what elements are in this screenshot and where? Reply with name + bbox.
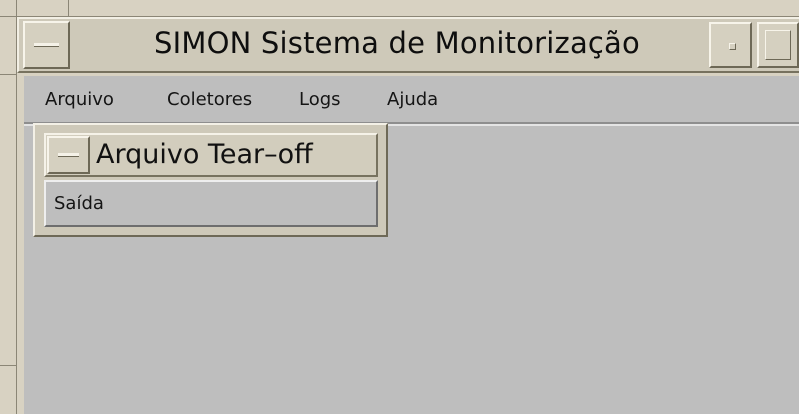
- menu-coletores[interactable]: Coletores: [167, 87, 282, 113]
- minimize-icon: [728, 43, 736, 50]
- tearoff-menu-button[interactable]: [47, 136, 90, 174]
- tearoff-item-label: Saída: [54, 193, 104, 214]
- menu-ajuda[interactable]: Ajuda: [387, 87, 462, 113]
- window-menu-button[interactable]: [23, 21, 70, 69]
- maximize-icon: [765, 30, 791, 60]
- menu-arquivo[interactable]: Arquivo: [45, 87, 145, 113]
- maximize-button[interactable]: [757, 22, 799, 68]
- frame-corner-mark: [0, 74, 17, 75]
- window-menu-icon: [34, 43, 59, 47]
- window-menu-icon: [58, 153, 79, 157]
- tearoff-title: Arquivo Tear–off: [96, 139, 313, 170]
- menu-logs[interactable]: Logs: [299, 87, 369, 113]
- minimize-button[interactable]: [709, 22, 752, 68]
- frame-corner-mark: [0, 365, 17, 366]
- frame-corner-mark: [68, 0, 69, 16]
- window-title: SIMON Sistema de Monitorização: [154, 26, 640, 60]
